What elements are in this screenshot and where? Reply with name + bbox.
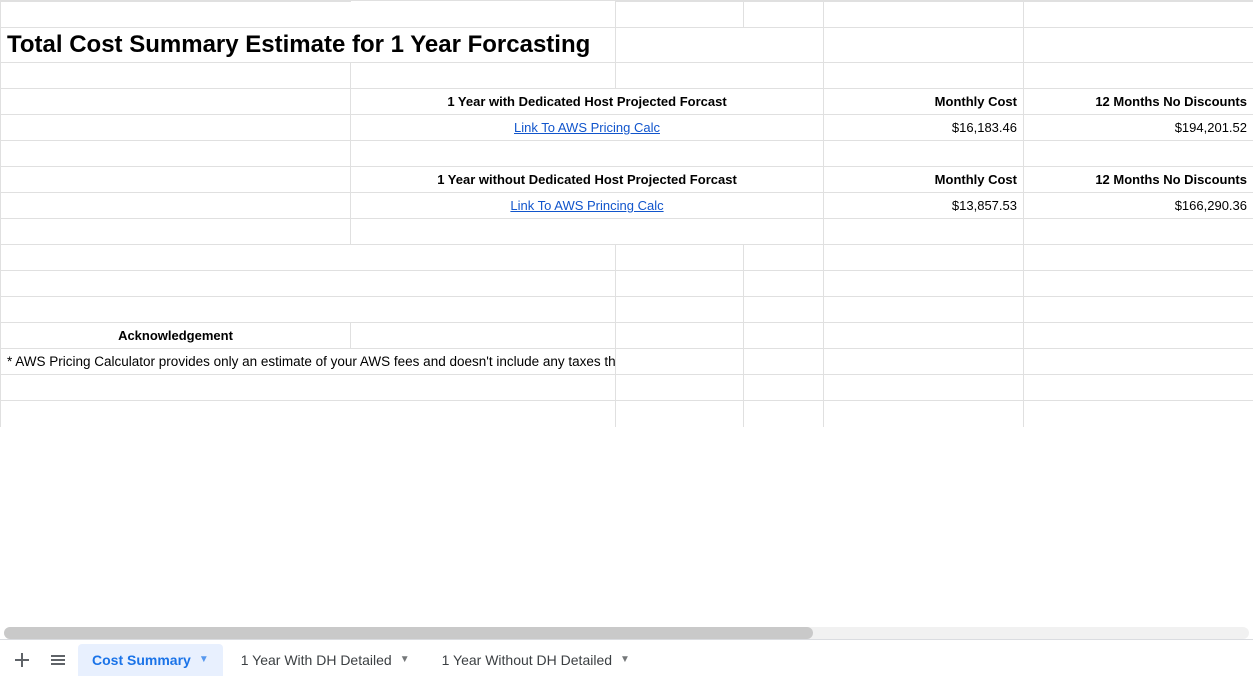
section2-annual-cost: $166,290.36 — [1024, 193, 1253, 219]
section2-monthly-cost: $13,857.53 — [824, 193, 1024, 219]
horizontal-scrollbar[interactable] — [4, 627, 1249, 639]
ack-heading: Acknowledgement — [1, 323, 351, 349]
plus-icon — [13, 651, 31, 669]
section1-monthly-label: Monthly Cost — [824, 89, 1024, 115]
tab-label: 1 Year Without DH Detailed — [442, 652, 612, 668]
all-sheets-button[interactable] — [42, 644, 74, 676]
chevron-down-icon: ▼ — [199, 654, 209, 665]
section1-monthly-cost: $16,183.46 — [824, 115, 1024, 141]
section1-pricing-link[interactable]: Link To AWS Pricing Calc — [514, 120, 660, 135]
tab-1yr-with-dh[interactable]: 1 Year With DH Detailed ▼ — [227, 644, 424, 676]
tab-label: 1 Year With DH Detailed — [241, 652, 392, 668]
tab-1yr-without-dh[interactable]: 1 Year Without DH Detailed ▼ — [428, 644, 644, 676]
section2-annual-label: 12 Months No Discounts — [1024, 167, 1253, 193]
sheet-tab-bar: Cost Summary ▼ 1 Year With DH Detailed ▼… — [0, 639, 1253, 679]
ack-body: * AWS Pricing Calculator provides only a… — [1, 349, 616, 375]
page-title: Total Cost Summary Estimate for 1 Year F… — [1, 28, 616, 63]
section1-heading: 1 Year with Dedicated Host Projected For… — [351, 89, 824, 115]
section2-monthly-label: Monthly Cost — [824, 167, 1024, 193]
section2-heading: 1 Year without Dedicated Host Projected … — [351, 167, 824, 193]
chevron-down-icon: ▼ — [400, 654, 410, 665]
tab-label: Cost Summary — [92, 652, 191, 668]
section1-annual-cost: $194,201.52 — [1024, 115, 1253, 141]
section1-annual-label: 12 Months No Discounts — [1024, 89, 1253, 115]
spreadsheet-grid[interactable]: Total Cost Summary Estimate for 1 Year F… — [0, 1, 1253, 625]
tab-cost-summary[interactable]: Cost Summary ▼ — [78, 644, 223, 676]
menu-icon — [49, 651, 67, 669]
add-sheet-button[interactable] — [6, 644, 38, 676]
chevron-down-icon: ▼ — [620, 654, 630, 665]
section2-pricing-link[interactable]: Link To AWS Princing Calc — [510, 198, 663, 213]
